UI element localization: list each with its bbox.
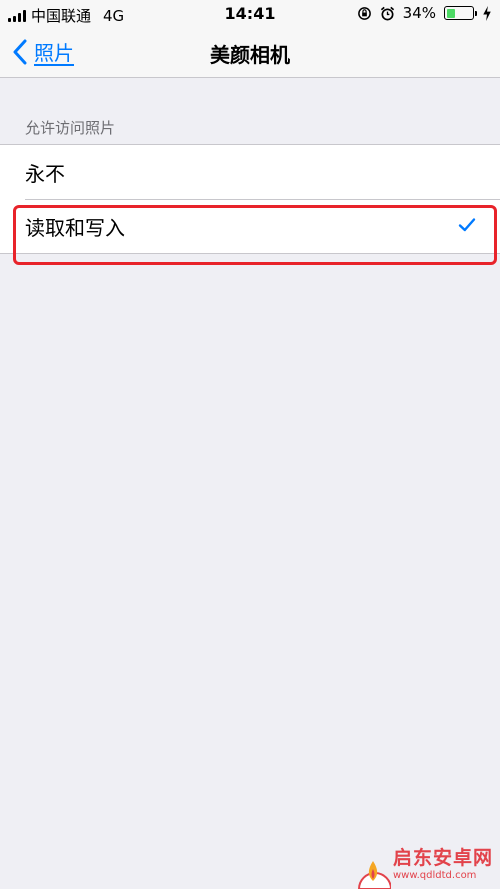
battery-icon [444,6,477,20]
status-bar: 中国联通 4G 14:41 34% [0,0,500,28]
page-title: 美颜相机 [210,43,290,67]
watermark: 启东安卓网 www.qdldtd.com [355,834,500,889]
charging-bolt-icon [483,5,491,21]
watermark-text: 启东安卓网 www.qdldtd.com [393,843,493,881]
section-header: 允许访问照片 [25,119,116,137]
alarm-icon [380,6,394,20]
option-label: 读取和写入 [25,215,125,240]
navigation-bar: 照片 美颜相机 [0,28,500,78]
watermark-url: www.qdldtd.com [393,869,477,881]
status-right: 34% [357,4,492,22]
battery-fill [446,8,455,18]
options-list: 永不 读取和写入 [0,144,500,254]
checkmark-icon [458,218,476,232]
watermark-logo-icon [357,861,391,889]
option-label: 永不 [25,161,65,186]
battery-percent: 34% [402,4,436,22]
option-read-write[interactable]: 读取和写入 [0,199,500,253]
option-never[interactable]: 永不 [0,145,500,199]
rotation-lock-icon [357,6,371,20]
watermark-name: 启东安卓网 [393,846,494,869]
